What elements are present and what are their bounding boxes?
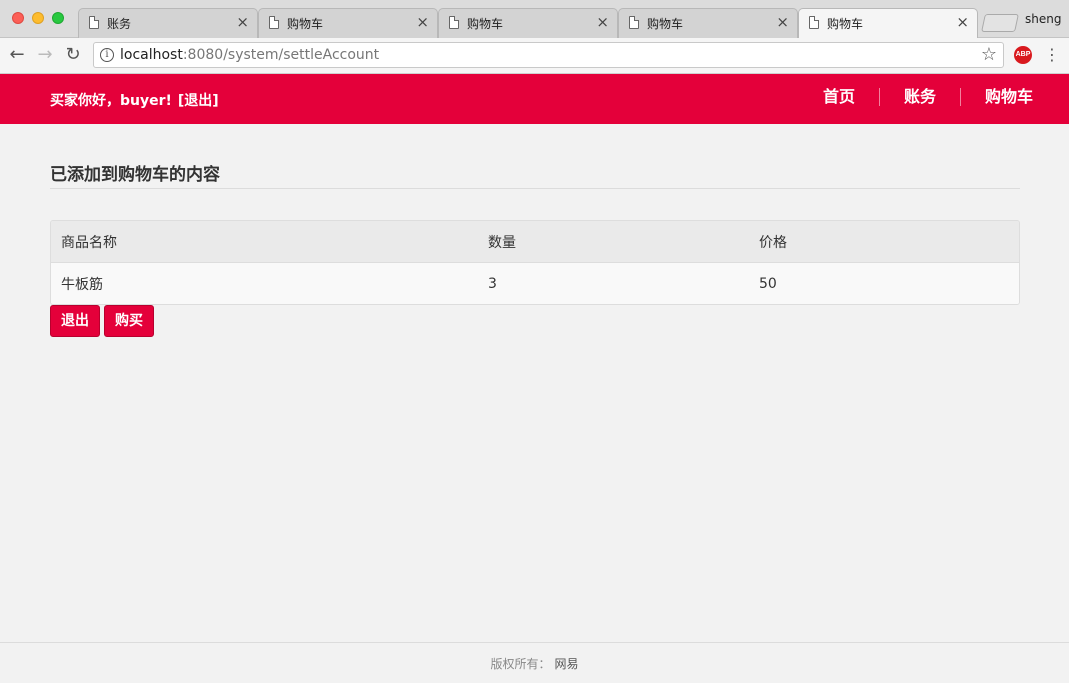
page-title: 已添加到购物车的内容 xyxy=(50,165,220,185)
profile-name[interactable]: sheng xyxy=(1025,12,1061,26)
browser-tab[interactable]: 购物车 × xyxy=(618,8,798,38)
column-header-price: 价格 xyxy=(759,234,787,251)
close-icon[interactable]: × xyxy=(776,13,789,31)
table-row: 牛板筋 3 50 xyxy=(51,263,1019,304)
document-icon xyxy=(269,16,279,29)
logout-link[interactable]: [退出] xyxy=(178,93,219,109)
document-icon xyxy=(89,16,99,29)
nav-account[interactable]: 账务 xyxy=(878,88,960,106)
user-greeting: 买家你好，buyer! [退出] xyxy=(50,90,219,110)
minimize-window-button[interactable] xyxy=(32,12,44,24)
reload-icon[interactable]: ↻ xyxy=(62,44,84,66)
buy-button[interactable]: 购买 xyxy=(104,305,154,337)
exit-button[interactable]: 退出 xyxy=(50,305,100,337)
browser-tab[interactable]: 账务 × xyxy=(78,8,258,38)
info-icon[interactable]: i xyxy=(100,48,114,62)
nav-cart[interactable]: 购物车 xyxy=(959,88,1033,106)
nav-home[interactable]: 首页 xyxy=(799,88,879,106)
divider xyxy=(50,188,1020,189)
tab-title: 购物车 xyxy=(467,17,504,31)
browser-toolbar: ← → ↻ i localhost:8080/system/settleAcco… xyxy=(0,38,1069,74)
url-text: localhost:8080/system/settleAccount xyxy=(120,47,379,63)
tab-title: 购物车 xyxy=(287,17,324,31)
greeting-text: 买家你好，buyer! xyxy=(50,93,172,109)
top-nav: 首页 账务 购物车 xyxy=(799,88,1033,106)
column-header-name: 商品名称 xyxy=(61,234,117,251)
close-window-button[interactable] xyxy=(12,12,24,24)
document-icon xyxy=(449,16,459,29)
close-icon[interactable]: × xyxy=(596,13,609,31)
new-tab-button[interactable] xyxy=(981,14,1019,32)
close-icon[interactable]: × xyxy=(236,13,249,31)
tab-title: 购物车 xyxy=(827,17,864,31)
document-icon xyxy=(809,16,819,29)
bookmark-star-icon[interactable]: ☆ xyxy=(981,44,997,65)
close-icon[interactable]: × xyxy=(956,13,969,31)
forward-arrow-icon[interactable]: → xyxy=(34,44,56,66)
browser-tab-active[interactable]: 购物车 × xyxy=(798,8,978,39)
cell-quantity: 3 xyxy=(488,275,497,292)
column-header-quantity: 数量 xyxy=(488,234,516,251)
adblock-icon[interactable]: ABP xyxy=(1014,46,1032,64)
table-header-row: 商品名称 数量 价格 xyxy=(51,221,1019,263)
browser-tab[interactable]: 购物车 × xyxy=(258,8,438,38)
site-footer: 版权所有： 网易 xyxy=(0,642,1069,683)
more-menu-icon[interactable]: ⋮ xyxy=(1044,46,1060,64)
company-name: 网易 xyxy=(554,657,579,671)
url-host: localhost xyxy=(120,47,183,63)
maximize-window-button[interactable] xyxy=(52,12,64,24)
action-buttons: 退出 购买 xyxy=(50,305,154,337)
cell-price: 50 xyxy=(759,275,777,292)
cell-product-name: 牛板筋 xyxy=(61,276,103,293)
close-icon[interactable]: × xyxy=(416,13,429,31)
url-path: :8080/system/settleAccount xyxy=(182,47,380,63)
browser-titlebar: 账务 × 购物车 × 购物车 × 购物车 × 购物车 × sheng xyxy=(0,0,1069,39)
copyright-label: 版权所有： xyxy=(490,657,551,671)
document-icon xyxy=(629,16,639,29)
cart-table: 商品名称 数量 价格 牛板筋 3 50 xyxy=(50,220,1020,305)
address-bar[interactable]: i localhost:8080/system/settleAccount ☆ xyxy=(93,42,1004,68)
site-header: 买家你好，buyer! [退出] 首页 账务 购物车 xyxy=(0,74,1069,124)
browser-tab[interactable]: 购物车 × xyxy=(438,8,618,38)
tab-title: 账务 xyxy=(107,17,132,31)
tab-title: 购物车 xyxy=(647,17,684,31)
back-arrow-icon[interactable]: ← xyxy=(6,44,28,66)
